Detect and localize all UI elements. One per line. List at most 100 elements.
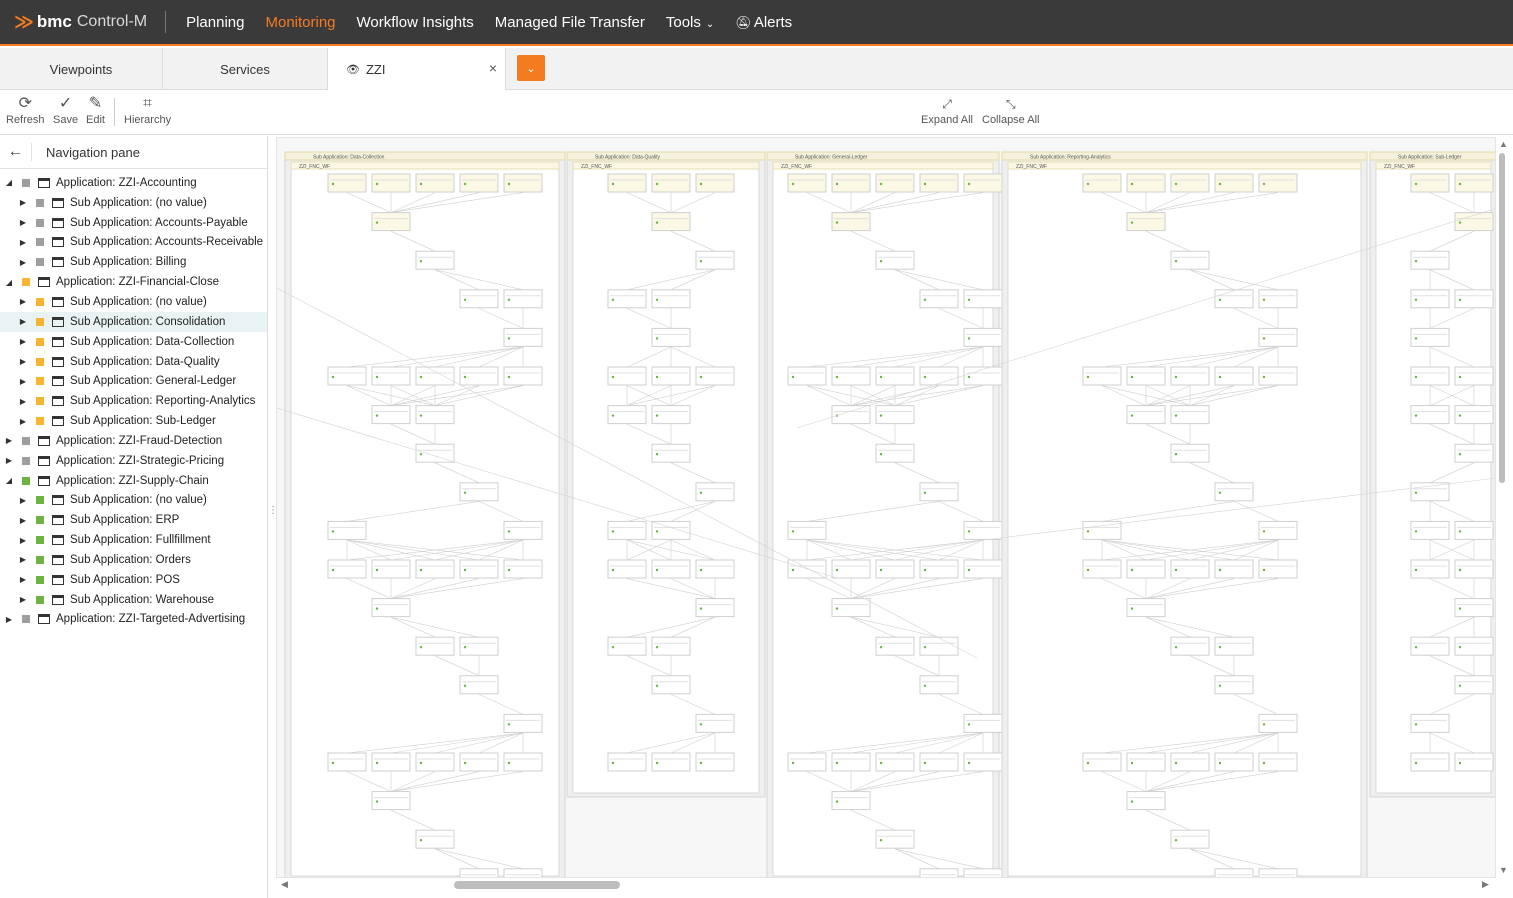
job-status-icon[interactable] (1414, 491, 1418, 494)
job-status-icon[interactable] (1174, 568, 1178, 572)
vertical-scrollbar-thumb[interactable] (1499, 153, 1505, 483)
job-node[interactable] (1410, 173, 1450, 193)
job-node[interactable] (459, 636, 499, 656)
job-node[interactable] (503, 713, 543, 733)
job-status-icon[interactable] (1458, 607, 1462, 610)
caret-icon[interactable]: ▶ (18, 536, 28, 545)
job-node[interactable] (1214, 289, 1254, 309)
job-node[interactable] (1082, 559, 1122, 579)
job-status-icon[interactable] (331, 375, 335, 379)
job-status-icon[interactable] (611, 646, 615, 649)
job-status-icon[interactable] (375, 761, 379, 765)
job-node[interactable] (831, 791, 871, 811)
job-status-icon[interactable] (1414, 337, 1418, 340)
job-status-icon[interactable] (879, 646, 883, 649)
job-status-icon[interactable] (835, 221, 839, 224)
job-status-icon[interactable] (835, 761, 839, 765)
job-node[interactable] (1170, 443, 1210, 463)
job-node[interactable] (1214, 868, 1254, 878)
caret-icon[interactable]: ◢ (4, 178, 14, 187)
tree-item-sub-application[interactable]: ▶ Sub Application: Billing (0, 252, 267, 272)
job-node[interactable] (875, 559, 915, 579)
job-status-icon[interactable] (331, 761, 335, 765)
job-node[interactable] (919, 289, 959, 309)
job-node[interactable] (1410, 366, 1450, 386)
job-status-icon[interactable] (1458, 298, 1462, 301)
job-status-icon[interactable] (1262, 530, 1266, 533)
job-node[interactable] (651, 366, 691, 386)
job-status-icon[interactable] (1262, 375, 1266, 379)
caret-icon[interactable]: ▶ (18, 595, 28, 604)
job-status-icon[interactable] (1218, 646, 1222, 649)
job-status-icon[interactable] (1086, 530, 1090, 533)
job-node[interactable] (919, 868, 959, 878)
job-status-icon[interactable] (1262, 761, 1266, 765)
caret-icon[interactable]: ▶ (18, 496, 28, 505)
job-status-icon[interactable] (1414, 530, 1418, 533)
job-node[interactable] (1170, 366, 1210, 386)
job-status-icon[interactable] (699, 723, 703, 726)
tree-item-sub-application[interactable]: ▶ Sub Application: (no value) (0, 292, 267, 312)
job-status-icon[interactable] (1458, 375, 1462, 379)
job-node[interactable] (919, 366, 959, 386)
job-status-icon[interactable] (655, 182, 659, 186)
nav-tools[interactable]: Tools ⌄ (666, 14, 714, 31)
job-status-icon[interactable] (1130, 800, 1134, 803)
job-node[interactable] (503, 289, 543, 309)
job-node[interactable] (1126, 212, 1166, 232)
job-status-icon[interactable] (1414, 646, 1418, 649)
job-node[interactable] (875, 829, 915, 849)
brand[interactable]: ≫ bmc Control-M (0, 0, 147, 44)
tree-item-sub-application[interactable]: ▶ Sub Application: Fullfillment (0, 530, 267, 550)
job-node[interactable] (415, 173, 455, 193)
job-status-icon[interactable] (967, 761, 971, 765)
job-status-icon[interactable] (375, 375, 379, 379)
job-status-icon[interactable] (1458, 684, 1462, 687)
job-node[interactable] (1214, 559, 1254, 579)
job-status-icon[interactable] (1130, 607, 1134, 610)
job-status-icon[interactable] (1458, 646, 1462, 649)
job-status-icon[interactable] (655, 337, 659, 340)
job-status-icon[interactable] (791, 375, 795, 379)
job-status-icon[interactable] (1130, 761, 1134, 765)
job-node[interactable] (919, 173, 959, 193)
tab-services[interactable]: Services (163, 48, 328, 90)
job-status-icon[interactable] (1174, 453, 1178, 456)
job-status-icon[interactable] (1086, 182, 1090, 186)
job-status-icon[interactable] (923, 646, 927, 649)
job-node[interactable] (1258, 868, 1298, 878)
job-status-icon[interactable] (611, 182, 615, 186)
job-node[interactable] (963, 868, 1003, 878)
collapse-all-button[interactable]: ⤡ Collapse All (982, 94, 1039, 126)
job-node[interactable] (875, 443, 915, 463)
job-status-icon[interactable] (419, 375, 423, 379)
job-status-icon[interactable] (1458, 530, 1462, 533)
job-status-icon[interactable] (1458, 414, 1462, 417)
job-node[interactable] (1214, 482, 1254, 502)
tab-viewpoints[interactable]: Viewpoints (0, 48, 163, 90)
job-node[interactable] (371, 405, 411, 425)
job-status-icon[interactable] (375, 221, 379, 224)
job-node[interactable] (1214, 752, 1254, 772)
tabs-dropdown-button[interactable]: ⌄ (517, 55, 545, 81)
job-status-icon[interactable] (1218, 182, 1222, 186)
job-node[interactable] (1126, 598, 1166, 618)
tab-zzi[interactable]: 👁︎ ZZI × (328, 48, 506, 91)
job-node[interactable] (607, 636, 647, 656)
job-node[interactable] (371, 212, 411, 232)
job-status-icon[interactable] (507, 530, 511, 533)
job-node[interactable] (695, 713, 735, 733)
job-node[interactable] (963, 289, 1003, 309)
job-node[interactable] (1170, 559, 1210, 579)
job-status-icon[interactable] (879, 414, 883, 417)
job-node[interactable] (607, 366, 647, 386)
job-status-icon[interactable] (967, 568, 971, 572)
job-status-icon[interactable] (375, 414, 379, 417)
job-node[interactable] (1126, 791, 1166, 811)
job-status-icon[interactable] (655, 761, 659, 765)
job-node[interactable] (651, 289, 691, 309)
job-node[interactable] (1410, 250, 1450, 270)
job-status-icon[interactable] (1086, 375, 1090, 379)
job-status-icon[interactable] (1262, 298, 1266, 301)
job-node[interactable] (327, 559, 367, 579)
